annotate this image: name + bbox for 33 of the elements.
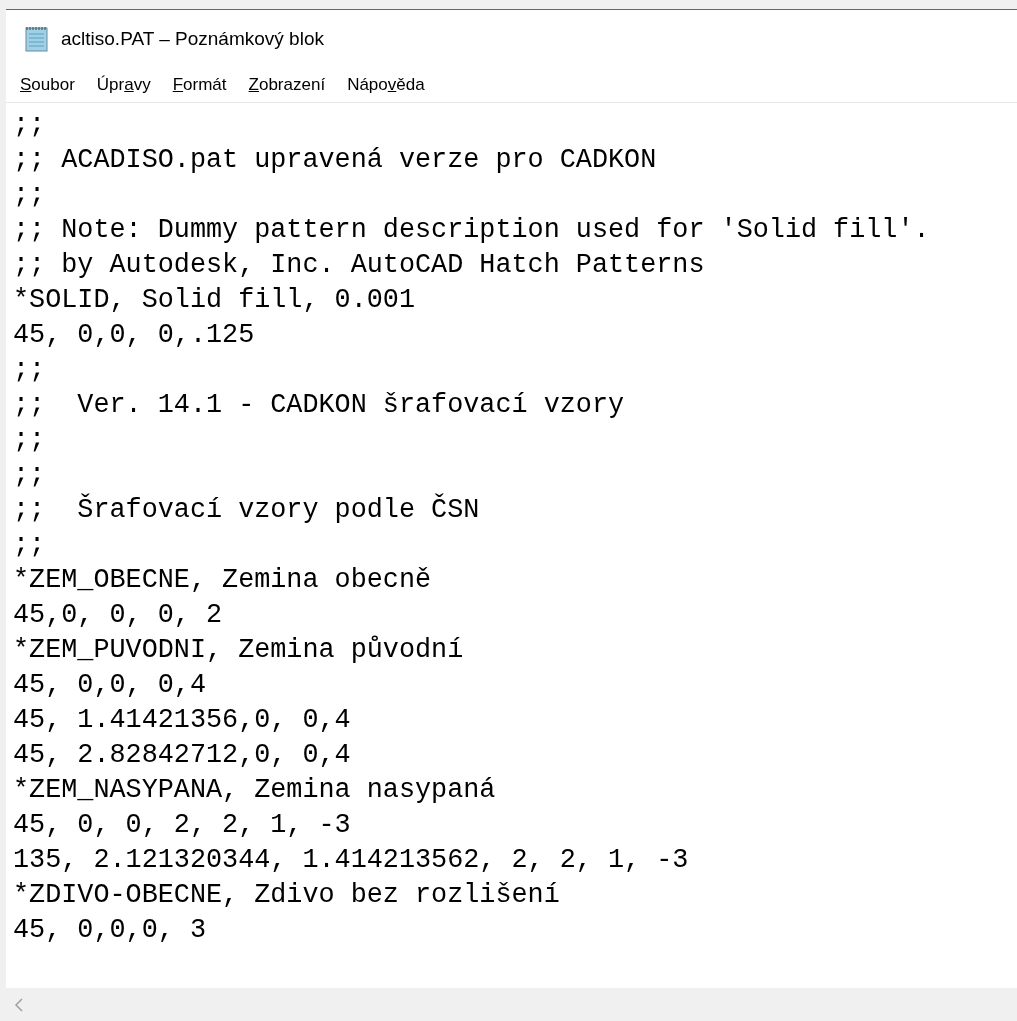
horizontal-scrollbar[interactable] [6,988,1017,1021]
menu-item[interactable]: Soubor [20,75,75,95]
text-line: *ZDIVO-OBECNE, Zdivo bez rozlišení [13,879,561,912]
menu-item[interactable]: Formát [172,75,227,95]
text-line: 45, 0,0,0, 3 [13,914,207,947]
text-line: ;; Ver. 14.1 - CADKON šrafovací vzory [13,389,626,422]
text-line: ;; by Autodesk, Inc. AutoCAD Hatch Patterns [13,249,706,282]
menu-item[interactable]: Zobrazení [248,75,326,95]
text-line: 45, 2.82842712,0, 0,4 [13,739,352,772]
text-line: *ZEM_OBECNE, Zemina obecně [13,564,433,597]
text-line: *ZEM_NASYPANA, Zemina nasypaná [13,774,497,807]
text-line: ;; [13,109,47,142]
menu-item[interactable]: Úpravy [96,75,151,95]
text-line: ;; [13,424,47,457]
scroll-left-icon[interactable] [14,998,24,1012]
text-line: 45, 0,0, 0,.125 [13,319,256,352]
text-line: ;; Šrafovací vzory podle ČSN [13,493,481,527]
text-line: 135, 2.121320344, 1.414213562, 2, 2, 1, -3 [13,844,690,877]
menu-item[interactable]: Nápověda [347,75,425,95]
notepad-icon [23,25,51,53]
text-line: *SOLID, Solid fill, 0.001 [13,284,417,317]
text-line: 45, 0, 0, 2, 2, 1, -3 [13,809,352,842]
text-line: *ZEM_PUVODNI, Zemina původní [13,634,465,667]
text-line: ;; [13,459,47,492]
text-line: 45, 0,0, 0,4 [13,669,207,702]
text-line: 45,0, 0, 0, 2 [13,599,224,632]
text-line: ;; [13,179,47,212]
text-line: ;; Note: Dummy pattern description used for 'Solid fill'. [13,214,931,247]
text-line: ;; [13,354,47,387]
window-title: acltiso.PAT – Poznámkový blok [61,28,324,50]
text-line: ;; [13,529,47,562]
text-line: 45, 1.41421356,0, 0,4 [13,704,352,737]
text-line: ;; ACADISO.pat upravená verze pro CADKON [13,144,658,177]
